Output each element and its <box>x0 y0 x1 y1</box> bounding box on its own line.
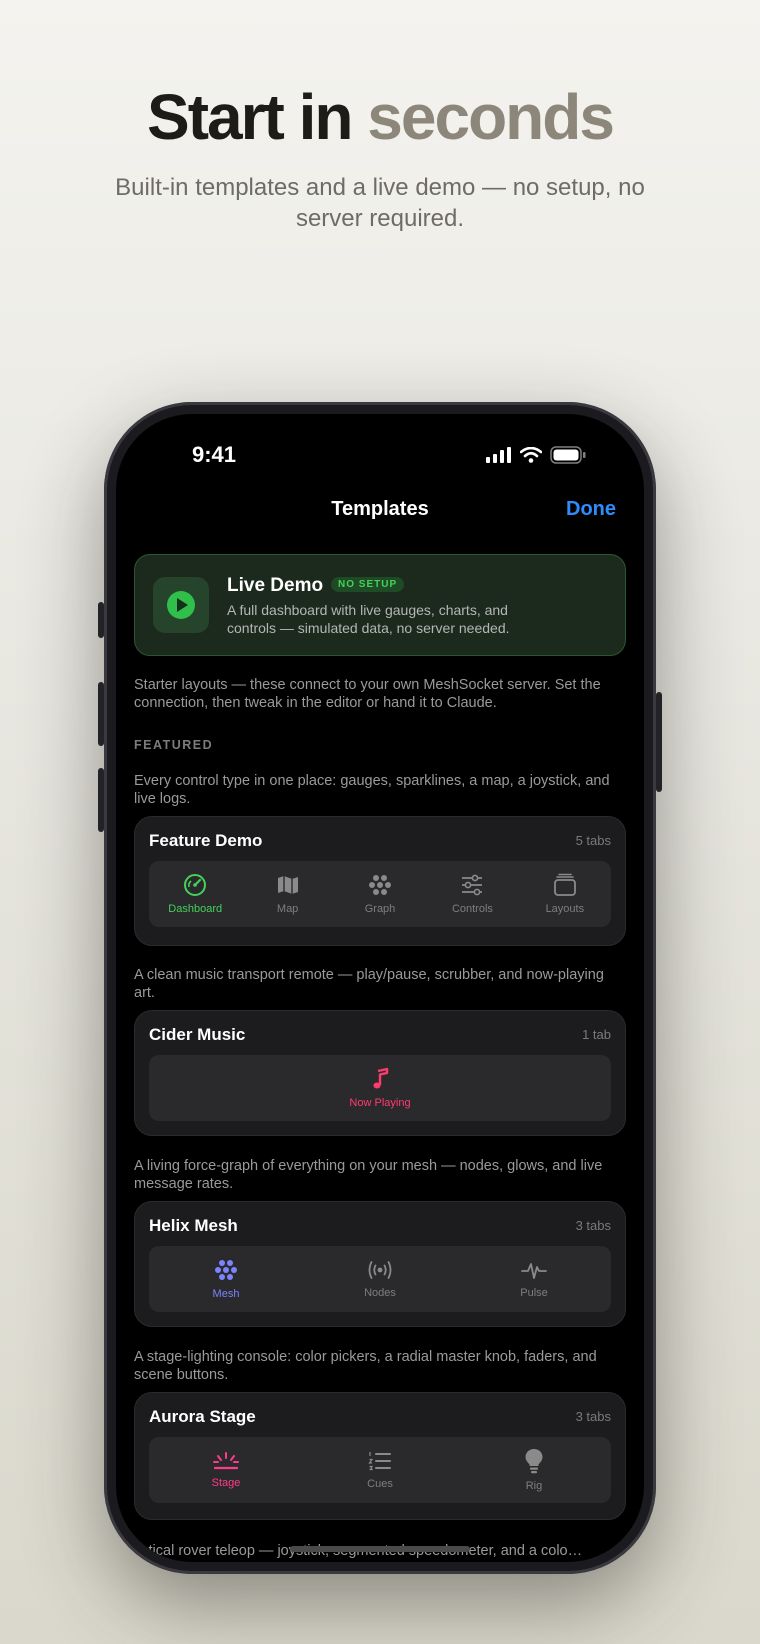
tab-label: Cues <box>367 1478 393 1490</box>
graph-icon <box>369 875 392 895</box>
tab-label: Graph <box>364 903 396 915</box>
home-indicator[interactable] <box>290 1546 470 1552</box>
mute-switch <box>98 602 104 638</box>
tab-nodes[interactable]: Nodes <box>303 1246 457 1312</box>
cider-music-description: A clean music transport remote — play/pa… <box>134 967 604 1001</box>
list-icon <box>368 1452 391 1471</box>
map-icon <box>277 876 298 894</box>
tab-graph[interactable]: Graph <box>334 861 426 927</box>
status-icons <box>486 446 586 464</box>
helix-mesh-card[interactable]: Helix Mesh 3 tabs Mesh Nodes Pulse <box>134 1201 626 1327</box>
gauge-icon <box>184 874 207 896</box>
section-featured-label: FEATURED <box>134 738 214 752</box>
battery-icon <box>550 446 586 464</box>
layers-icon <box>553 873 576 896</box>
broadcast-icon <box>368 1261 392 1279</box>
feature-demo-name: Feature Demo <box>149 831 263 850</box>
tab-label: Stage <box>211 1477 241 1489</box>
play-icon <box>167 591 195 619</box>
tab-label: Controls <box>451 903 493 915</box>
feature-demo-description: Every control type in one place: gauges,… <box>134 773 610 807</box>
cider-music-tab-count: 1 tab <box>582 1027 611 1042</box>
cider-music-card[interactable]: Cider Music 1 tab Now Playing <box>134 1010 626 1136</box>
hero-title: Start in seconds <box>0 80 760 154</box>
tab-label: Rig <box>525 1480 543 1492</box>
tab-map[interactable]: Map <box>241 861 333 927</box>
hero-title-accent: seconds <box>367 81 615 153</box>
mesh-icon <box>215 1260 237 1280</box>
tab-label: Layouts <box>545 903 585 915</box>
tab-label: Now Playing <box>349 1097 411 1109</box>
bulb-icon <box>525 1449 543 1474</box>
tab-mesh[interactable]: Mesh <box>149 1246 303 1312</box>
tab-cues[interactable]: Cues <box>303 1437 457 1503</box>
tab-label: Map <box>276 903 299 915</box>
done-button[interactable]: Done <box>566 498 616 521</box>
live-demo-icon-tile <box>153 577 209 633</box>
pulse-icon <box>521 1263 547 1279</box>
no-setup-badge: NO SETUP <box>331 577 405 592</box>
hero-title-main: Start in <box>147 81 353 153</box>
feature-demo-card[interactable]: Feature Demo 5 tabs Dashboard Map Graph … <box>134 816 626 946</box>
tab-dashboard[interactable]: Dashboard <box>149 861 241 927</box>
signal-icon <box>486 447 511 463</box>
status-bar: 9:41 <box>116 442 644 472</box>
helix-mesh-description: A living force-graph of everything on yo… <box>134 1158 603 1192</box>
tab-now-playing[interactable]: Now Playing <box>149 1055 611 1121</box>
aurora-stage-card[interactable]: Aurora Stage 3 tabs Stage Cues Rig <box>134 1392 626 1520</box>
music-note-icon <box>373 1067 389 1089</box>
helix-mesh-tab-count: 3 tabs <box>575 1218 611 1233</box>
live-demo-description: A full dashboard with live gauges, chart… <box>227 602 510 636</box>
spotlight-icon <box>213 1452 239 1470</box>
phone-screen: 9:41 Templates Done Live Demo NO SETUP A… <box>116 414 644 1562</box>
feature-demo-tab-strip: Dashboard Map Graph Controls Layouts <box>149 861 611 927</box>
power-button <box>656 692 662 792</box>
hero-subtitle: Built-in templates and a live demo — no … <box>115 174 645 232</box>
cider-music-name: Cider Music <box>149 1025 246 1044</box>
live-demo-title: Live Demo <box>227 575 324 596</box>
sliders-icon <box>462 874 483 896</box>
cider-music-tab-strip: Now Playing <box>149 1055 611 1121</box>
intro-text: Starter layouts — these connect to your … <box>134 677 601 711</box>
tab-rig[interactable]: Rig <box>457 1437 611 1503</box>
volume-up-button <box>98 682 104 746</box>
aurora-stage-description: A stage-lighting console: color pickers,… <box>134 1349 597 1383</box>
tab-label: Dashboard <box>168 903 223 915</box>
wifi-icon <box>520 447 542 463</box>
tab-label: Mesh <box>212 1288 240 1300</box>
helix-mesh-name: Helix Mesh <box>149 1216 238 1235</box>
feature-demo-tab-count: 5 tabs <box>575 833 611 848</box>
aurora-stage-tab-count: 3 tabs <box>575 1409 611 1424</box>
aurora-stage-tab-strip: Stage Cues Rig <box>149 1437 611 1503</box>
tab-pulse[interactable]: Pulse <box>457 1246 611 1312</box>
status-time: 9:41 <box>192 442 237 467</box>
tab-label: Nodes <box>364 1287 396 1299</box>
nav-title: Templates <box>331 498 429 520</box>
aurora-stage-name: Aurora Stage <box>149 1407 256 1426</box>
live-demo-card[interactable]: Live Demo NO SETUP A full dashboard with… <box>134 554 626 656</box>
tab-label: Pulse <box>520 1287 548 1299</box>
phone-frame: 9:41 Templates Done Live Demo NO SETUP A… <box>98 402 662 1574</box>
tab-controls[interactable]: Controls <box>426 861 518 927</box>
helix-mesh-tab-strip: Mesh Nodes Pulse <box>149 1246 611 1312</box>
volume-down-button <box>98 768 104 832</box>
tab-layouts[interactable]: Layouts <box>519 861 611 927</box>
tab-stage[interactable]: Stage <box>149 1437 303 1503</box>
